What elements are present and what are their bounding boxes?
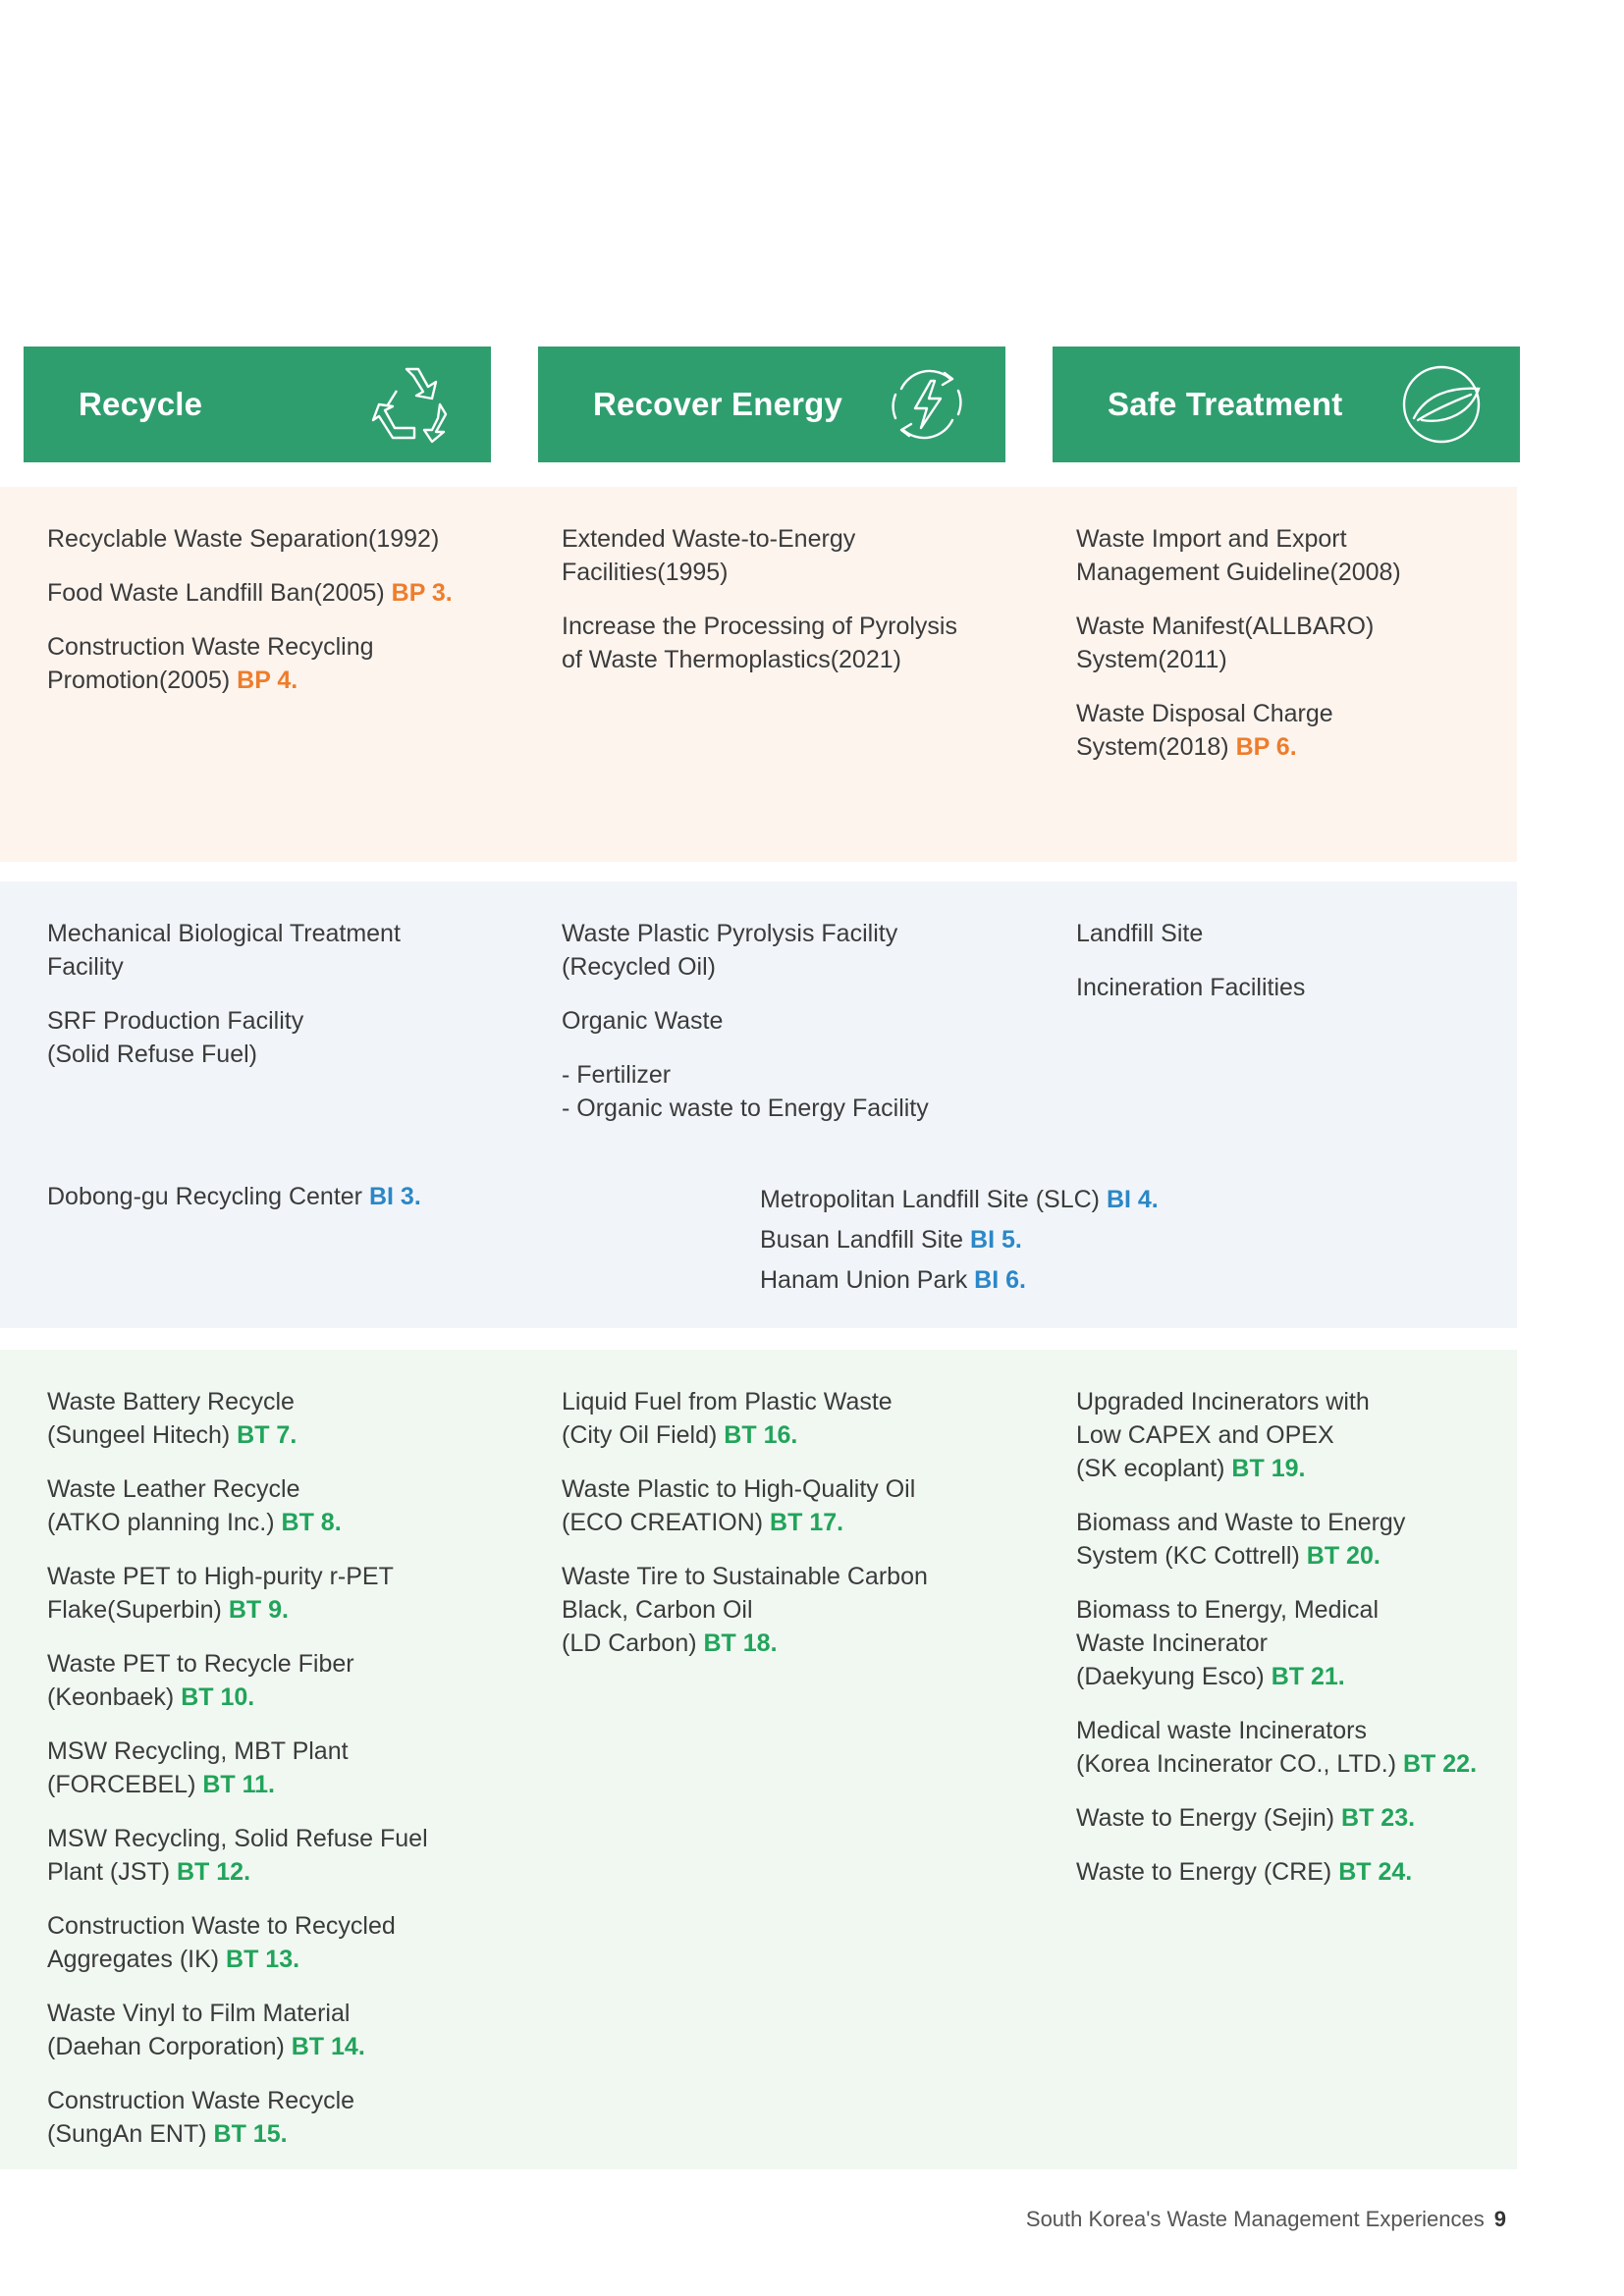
bt-tag: BT 11. [202, 1771, 276, 1798]
list-item: Organic Waste [562, 1007, 724, 1035]
list-item: Hanam Union Park BI 6. [760, 1266, 1026, 1294]
bt-tag: BT 19. [1231, 1455, 1306, 1482]
bp-tag: BP 4. [237, 667, 298, 694]
list-item: SRF Production Facility (Solid Refuse Fu… [47, 1007, 304, 1068]
bt-tag: BT 10. [181, 1683, 255, 1711]
bt-tag: BT 15. [213, 2120, 288, 2148]
list-item: Food Waste Landfill Ban(2005) BP 3. [47, 579, 453, 607]
list-item: Waste Battery Recycle (Sungeel Hitech) B… [47, 1388, 298, 1449]
header-title: Recover Energy [593, 386, 843, 422]
list-item: Waste Vinyl to Film Material (Daehan Cor… [47, 2000, 365, 2060]
list-item: Upgraded Incinerators with Low CAPEX and… [1076, 1388, 1370, 1482]
list-item: Construction Waste to Recycled Aggregate… [47, 1912, 396, 1973]
list-item: Waste Import and Export Management Guide… [1076, 525, 1401, 586]
bp-tag: BP 6. [1235, 733, 1297, 761]
policy-column-energy: Extended Waste-to-Energy Facilities(1995… [562, 522, 1023, 697]
bt-tag: BT 23. [1341, 1804, 1416, 1832]
list-item: Construction Waste Recycling Promotion(2… [47, 633, 374, 694]
bp-tag: BP 3. [391, 579, 453, 607]
bt-tag: BT 18. [703, 1629, 778, 1657]
list-item: Increase the Processing of Pyrolysis of … [562, 613, 957, 673]
infra-column-treatment: Landfill Site Incineration Facilities [1076, 917, 1538, 1025]
infra-column-energy: Waste Plastic Pyrolysis Facility (Recycl… [562, 917, 1023, 1146]
tech-column-energy: Liquid Fuel from Plastic Waste (City Oil… [562, 1385, 1023, 1681]
bt-tag: BT 21. [1271, 1663, 1345, 1690]
bi-tag: BI 4. [1106, 1186, 1159, 1213]
list-item: Busan Landfill Site BI 5. [760, 1226, 1022, 1254]
list-item: Metropolitan Landfill Site (SLC) BI 4. [760, 1186, 1159, 1213]
policy-section: Recyclable Waste Separation(1992) Food W… [0, 487, 1517, 862]
infra-examples-left: Dobong-gu Recycling Center BI 3. [47, 1180, 509, 1234]
technology-section: Waste Battery Recycle (Sungeel Hitech) B… [0, 1350, 1517, 2169]
list-item: Waste Tire to Sustainable Carbon Black, … [562, 1563, 928, 1657]
bt-tag: BT 7. [237, 1421, 298, 1449]
policy-column-treatment: Waste Import and Export Management Guide… [1076, 522, 1538, 784]
tech-column-recycle: Waste Battery Recycle (Sungeel Hitech) B… [47, 1385, 509, 2171]
list-item: MSW Recycling, Solid Refuse Fuel Plant (… [47, 1825, 428, 1886]
policy-column-recycle: Recyclable Waste Separation(1992) Food W… [47, 522, 509, 718]
list-item: Dobong-gu Recycling Center BI 3. [47, 1183, 421, 1210]
header-title: Recycle [79, 386, 203, 422]
header-safe-treatment: Safe Treatment [1053, 347, 1520, 462]
list-item: Incineration Facilities [1076, 974, 1306, 1001]
list-item: Construction Waste Recycle (SungAn ENT) … [47, 2087, 355, 2148]
list-item: Waste Leather Recycle (ATKO planning Inc… [47, 1475, 342, 1536]
bt-tag: BT 17. [770, 1509, 844, 1536]
list-item: Waste PET to Recycle Fiber (Keonbaek) BT… [47, 1650, 354, 1711]
recycle-icon [371, 367, 448, 444]
list-item: Extended Waste-to-Energy Facilities(1995… [562, 525, 856, 586]
infrastructure-section: Mechanical Biological Treatment Facility… [0, 881, 1517, 1328]
page-footer: South Korea's Waste Management Experienc… [1026, 2207, 1506, 2232]
list-item: MSW Recycling, MBT Plant (FORCEBEL) BT 1… [47, 1737, 349, 1798]
list-item: Waste to Energy (Sejin) BT 23. [1076, 1804, 1416, 1832]
list-item: Liquid Fuel from Plastic Waste (City Oil… [562, 1388, 893, 1449]
list-item: Landfill Site [1076, 920, 1204, 947]
bt-tag: BT 9. [228, 1596, 289, 1624]
bi-tag: BI 5. [970, 1226, 1022, 1254]
header-recycle: Recycle [24, 347, 491, 462]
bt-tag: BT 20. [1306, 1542, 1380, 1570]
bt-tag: BT 8. [281, 1509, 342, 1536]
list-item: Waste Disposal Charge System(2018) BP 6. [1076, 700, 1333, 761]
bt-tag: BT 16. [724, 1421, 798, 1449]
list-item: Waste PET to High-purity r-PET Flake(Sup… [47, 1563, 394, 1624]
bt-tag: BT 12. [176, 1858, 251, 1886]
bt-tag: BT 22. [1402, 1750, 1478, 1778]
list-item: Biomass to Energy, Medical Waste Inciner… [1076, 1596, 1379, 1690]
list-item: Waste to Energy (CRE) BT 24. [1076, 1858, 1413, 1886]
leaf-icon [1402, 365, 1481, 444]
bi-tag: BI 6. [974, 1266, 1026, 1294]
list-item: Mechanical Biological Treatment Facility [47, 920, 401, 981]
header-title: Safe Treatment [1108, 386, 1343, 422]
page-number: 9 [1493, 2207, 1506, 2231]
list-item: Biomass and Waste to Energy System (KC C… [1076, 1509, 1406, 1570]
energy-recovery-icon [892, 369, 962, 440]
list-item: - Fertilizer - Organic waste to Energy F… [562, 1061, 929, 1122]
list-item: Waste Manifest(ALLBARO) System(2011) [1076, 613, 1375, 673]
list-item: Medical waste Incinerators (Korea Incine… [1076, 1717, 1478, 1778]
footer-title: South Korea's Waste Management Experienc… [1025, 2207, 1485, 2231]
infra-column-recycle: Mechanical Biological Treatment Facility… [47, 917, 509, 1092]
bt-tag: BT 24. [1338, 1858, 1413, 1886]
bt-tag: BT 14. [291, 2033, 365, 2060]
header-recover-energy: Recover Energy [538, 347, 1005, 462]
list-item: Recyclable Waste Separation(1992) [47, 525, 440, 553]
infra-examples-right: Metropolitan Landfill Site (SLC) BI 4. B… [760, 1180, 1310, 1301]
bt-tag: BT 13. [226, 1946, 300, 1973]
tech-column-treatment: Upgraded Incinerators with Low CAPEX and… [1076, 1385, 1538, 1909]
list-item: Waste Plastic Pyrolysis Facility (Recycl… [562, 920, 898, 981]
bi-tag: BI 3. [368, 1183, 421, 1210]
list-item: Waste Plastic to High-Quality Oil (ECO C… [562, 1475, 916, 1536]
